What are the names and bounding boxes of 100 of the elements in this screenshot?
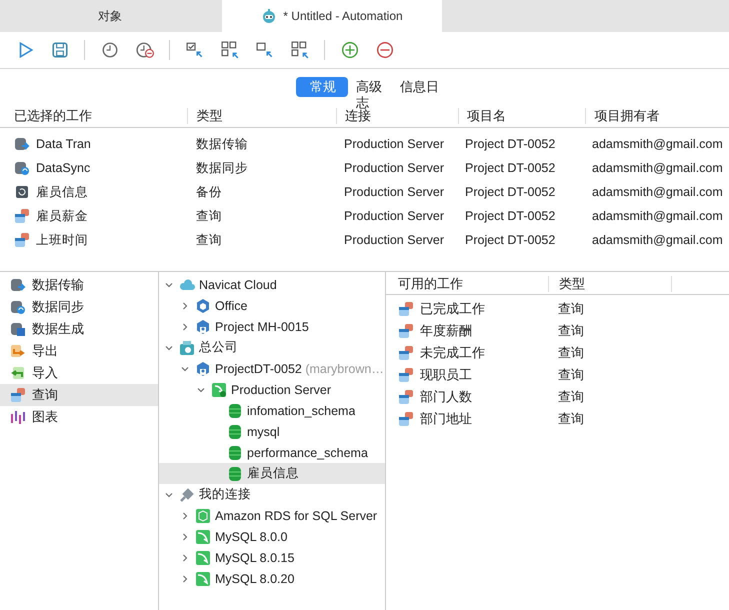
table-cell-text: 查询 [557,366,585,384]
sidebar-item[interactable]: 导入 [0,362,158,384]
table-cell: 未完成工作 [420,344,485,362]
add-icon [341,41,359,59]
tree-item[interactable]: 雇员信息 [159,463,385,484]
table-cell-text: adamsmith@gmail.com [591,185,724,199]
table-cell: 雇员信息 [36,184,88,200]
table-cell-text: 查询 [557,322,585,340]
query-table-icon [398,389,414,405]
tree-item[interactable]: Production Server [159,379,385,400]
table-cell-text: 查询 [557,300,585,318]
document-tab[interactable]: * Untitled - Automation [222,0,442,32]
document-tab[interactable]: 对象 [0,0,220,32]
column-header[interactable]: 类型 [188,108,338,124]
column-header[interactable]: 项目拥有者 [586,108,729,124]
server-check-icon [211,382,227,398]
remove-button[interactable] [374,39,396,61]
database-arrow-icon [10,277,26,293]
clock-remove-icon [136,41,154,59]
sidebar-item[interactable]: 数据同步 [0,296,158,318]
table-cell: Data Tran [36,137,91,151]
query-table-icon [14,232,30,248]
sidebar-item[interactable]: 导出 [0,340,158,362]
table-cell: 雇员薪金 [36,208,88,224]
database-sync-icon [10,299,26,315]
deselect-arrow-icon [256,41,274,59]
save-icon [51,41,69,59]
table-cell: 部门地址 [420,410,472,428]
tree-item[interactable]: Navicat Cloud [159,274,385,295]
tree-item[interactable]: Amazon RDS for SQL Server [159,505,385,526]
tree-item[interactable]: performance_schema [159,442,385,463]
people-hexagon-icon [195,318,211,334]
dolphin-icon [195,528,211,544]
table-cell-text: 数据传输 [195,136,249,152]
database-icon [227,424,243,440]
table-cell-text: 查询 [557,410,585,428]
table-cell-text: Production Server [343,209,446,223]
query-table-icon [14,208,30,224]
tree-item[interactable]: MySQL 8.0.15 [159,547,385,568]
table-cell: 现职员工 [420,366,472,384]
column-header[interactable]: 类型 [549,276,672,292]
query-table-icon [10,387,26,403]
table-cell-text: Project DT-0052 [464,185,556,199]
sidebar-item[interactable]: 数据生成 [0,318,158,340]
database-sync-icon [14,160,30,176]
table-cell-text: Project DT-0052 [464,209,556,223]
remove-icon [376,41,394,59]
table-cell-text: 数据同步 [195,160,249,176]
table-cell-text: 查询 [195,208,223,224]
column-header[interactable]: 连接 [337,108,459,124]
column-header[interactable]: 已选择的工作 [0,108,188,124]
settings-tab[interactable]: 常规 [296,77,348,97]
robot-icon [261,8,278,24]
database-arrow-icon [14,136,30,152]
table-cell-text: Project DT-0052 [464,161,556,175]
tree-item[interactable]: mysql [159,421,385,442]
query-table-icon [398,411,414,427]
table-cell-text: adamsmith@gmail.com [591,161,724,175]
dolphin-icon [195,570,211,586]
table-cell: 部门人数 [420,388,472,406]
tree-item[interactable]: ProjectDT-0052 (marybrown… [159,358,385,379]
table-cell: 年度薪酬 [420,322,472,340]
bar-chart-icon [10,409,26,425]
sidebar-item[interactable]: 图表 [0,406,158,428]
column-header[interactable]: 项目名 [458,108,586,124]
deselect-all-button[interactable] [289,39,311,61]
select-all-button[interactable] [219,39,241,61]
table-cell-text: Production Server [343,161,446,175]
query-table-icon [398,301,414,317]
query-table-icon [398,367,414,383]
sidebar-item[interactable]: 查询 [0,384,158,406]
table-cell-text: 查询 [557,344,585,362]
query-table-icon [398,345,414,361]
add-button[interactable] [339,39,361,61]
column-header[interactable]: 可用的工作 [386,276,549,292]
settings-tab[interactable]: 信息日 [392,77,447,97]
table-cell-text: Production Server [343,233,446,247]
tree-item[interactable]: 总公司 [159,337,385,358]
database-icon [227,466,243,482]
table-cell: 已完成工作 [420,300,485,318]
table-cell-text: Project DT-0052 [464,233,556,247]
table-cell: 上班时间 [36,232,88,248]
plug-icon [179,486,195,502]
hexagon-icon [195,298,211,314]
deselect-all-icon [291,41,309,59]
tree-item[interactable]: infomation_schema [159,400,385,421]
tree-item[interactable]: 我的连接 [159,484,385,505]
tree-item[interactable]: Project MH-0015 [159,316,385,337]
select-all-icon [221,41,239,59]
database-icon [227,402,243,418]
people-hexagon-icon [195,360,211,376]
table-cell-text: adamsmith@gmail.com [591,209,724,223]
sidebar-item[interactable]: 数据传输 [0,274,158,296]
tree-item[interactable]: Office [159,295,385,316]
table-cell-text: adamsmith@gmail.com [591,137,724,151]
table-cell-text: adamsmith@gmail.com [591,233,724,247]
tree-item[interactable]: MySQL 8.0.0 [159,526,385,547]
dolphin-icon [195,550,211,566]
tree-item[interactable]: MySQL 8.0.20 [159,568,385,589]
export-arrow-icon [10,343,26,359]
